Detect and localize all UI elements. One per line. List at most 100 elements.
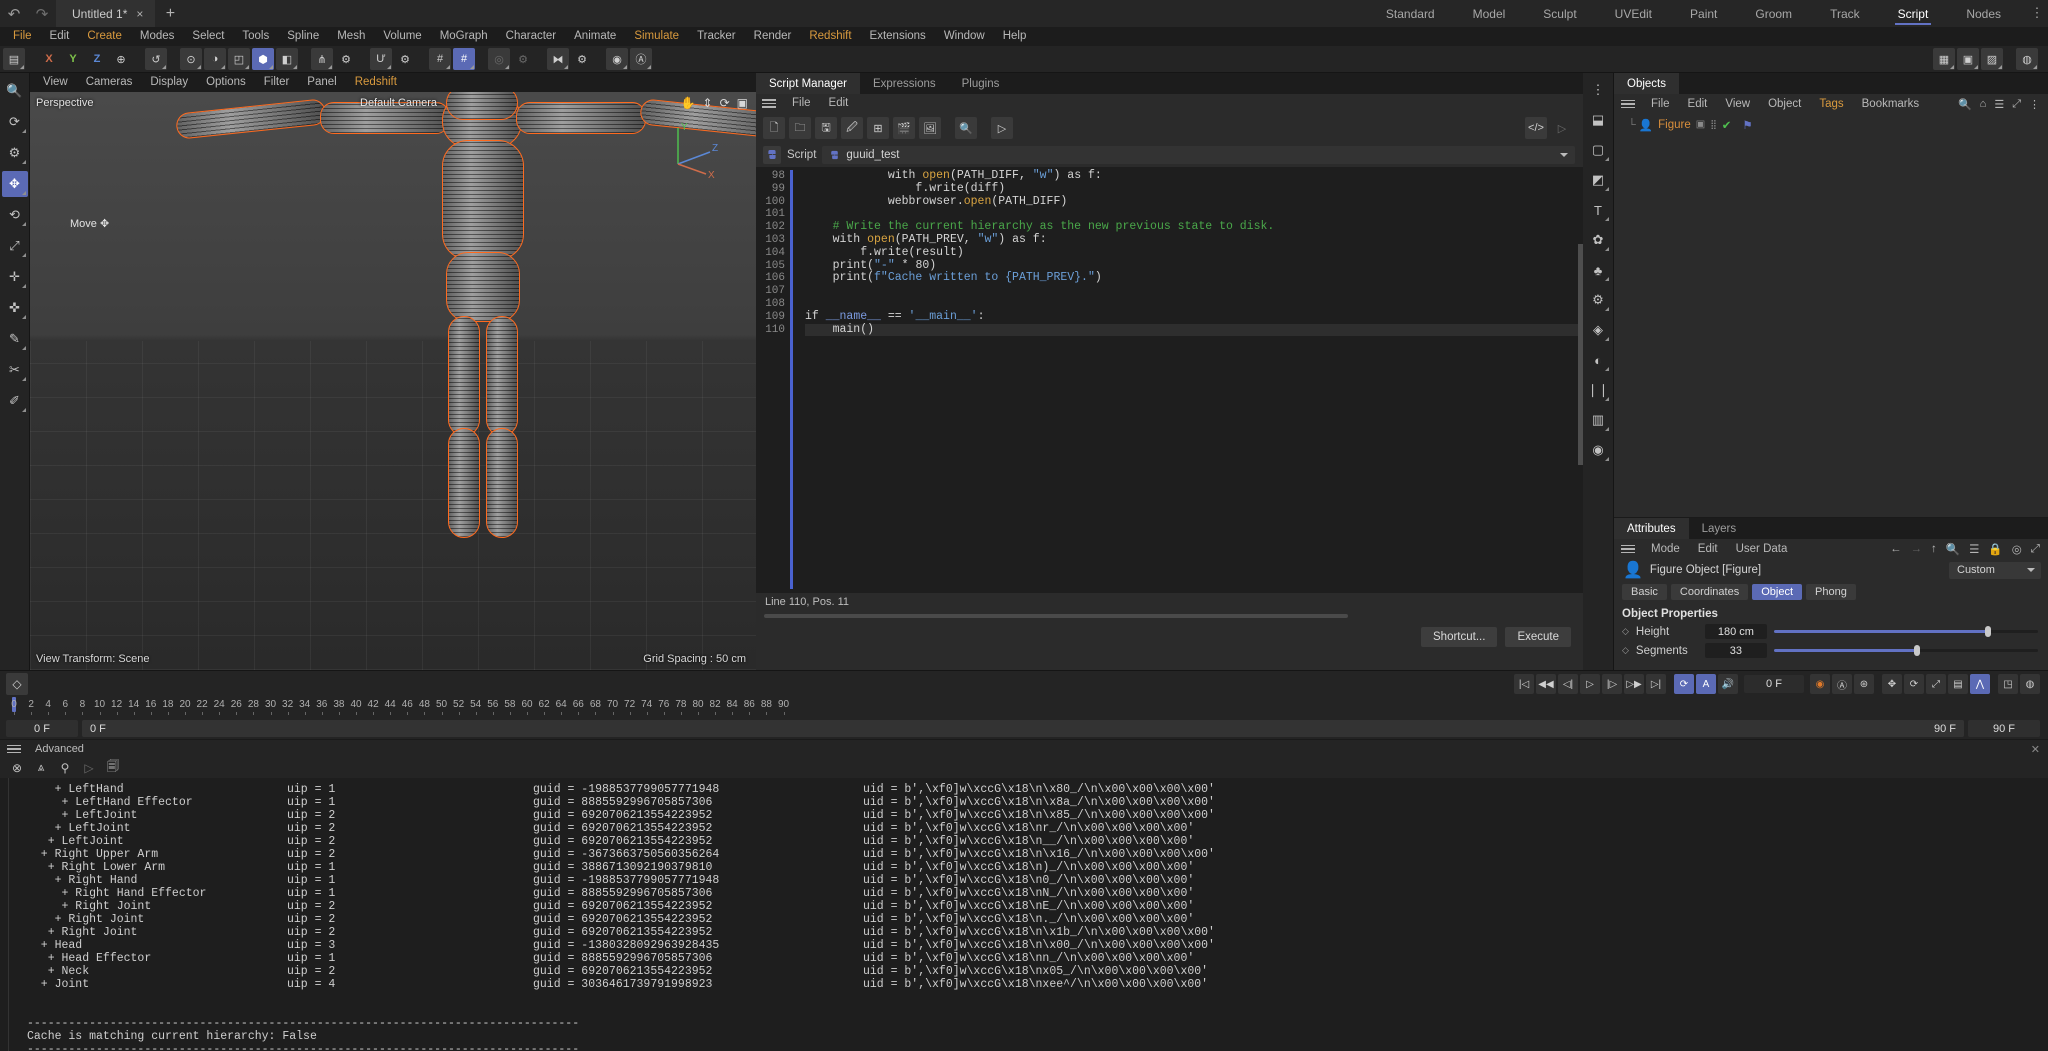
menu-render[interactable]: Render bbox=[745, 27, 801, 46]
range-end-field[interactable]: 90 F bbox=[1968, 720, 2040, 737]
expand-icon[interactable]: ⤢ bbox=[2031, 543, 2040, 556]
prev-key-icon[interactable]: ◀◀ bbox=[1536, 674, 1556, 694]
symmetry-icon[interactable]: ⧓ bbox=[547, 48, 569, 70]
slider-handle[interactable] bbox=[1913, 645, 1920, 656]
rotate-tool-icon[interactable]: ⟲ bbox=[2, 202, 28, 228]
scene-object-icon[interactable]: ⚙ bbox=[1585, 287, 1611, 313]
menu-modes[interactable]: Modes bbox=[131, 27, 184, 46]
menu-redshift[interactable]: Redshift bbox=[800, 27, 860, 46]
transfer-tool-icon[interactable]: ✛ bbox=[2, 264, 28, 290]
menu-create[interactable]: Create bbox=[78, 27, 131, 46]
back-arrow-icon[interactable]: ← bbox=[1890, 543, 1902, 555]
layout-tab-script[interactable]: Script bbox=[1879, 0, 1948, 27]
clear-icon[interactable]: ⊗ bbox=[8, 759, 26, 777]
menu-window[interactable]: Window bbox=[935, 27, 994, 46]
execute-icon[interactable]: ▷ bbox=[991, 117, 1013, 139]
chip-coordinates[interactable]: Coordinates bbox=[1670, 584, 1749, 600]
menu-edit[interactable]: Edit bbox=[41, 27, 79, 46]
menu-mograph[interactable]: MoGraph bbox=[431, 27, 497, 46]
visibility-dots-icon[interactable]: ⣿ bbox=[1710, 119, 1717, 129]
document-tab[interactable]: Untitled 1* × bbox=[56, 0, 156, 27]
objects-menu-tags[interactable]: Tags bbox=[1810, 95, 1852, 114]
filter-icon[interactable]: ⩓ bbox=[32, 759, 50, 777]
code-line[interactable] bbox=[805, 285, 1583, 298]
object-tree-empty-area[interactable] bbox=[1614, 133, 2048, 517]
tab-layers[interactable]: Layers bbox=[1689, 518, 1750, 539]
run-icon[interactable]: ▷ bbox=[1551, 117, 1573, 139]
tab-expressions[interactable]: Expressions bbox=[860, 73, 949, 94]
kebab-icon[interactable]: ⋮ bbox=[2026, 0, 2048, 27]
hamburger-icon[interactable] bbox=[1621, 544, 1635, 554]
material-icon[interactable]: ◉ bbox=[1585, 437, 1611, 463]
render-settings-icon[interactable]: ▨ bbox=[1981, 48, 2003, 70]
chip-phong[interactable]: Phong bbox=[1806, 584, 1856, 600]
new-document-button[interactable]: + bbox=[155, 0, 185, 27]
expand-icon[interactable]: ⤢ bbox=[2012, 98, 2021, 111]
content-browser-icon[interactable]: ◍ bbox=[2016, 48, 2038, 70]
save-as-script-icon[interactable]: 🖉 bbox=[841, 117, 863, 139]
editor-horizontal-scrollbar[interactable] bbox=[756, 611, 1583, 620]
sound-icon[interactable]: 🔊 bbox=[1718, 674, 1738, 694]
lock-icon[interactable]: 🔒 bbox=[1988, 542, 2002, 556]
polygon-mode-icon[interactable]: ◰ bbox=[228, 48, 250, 70]
move-tool-icon[interactable]: ✥ bbox=[1, 171, 28, 197]
keying-icon[interactable]: ⊛ bbox=[1854, 674, 1874, 694]
chevron-down-icon[interactable] bbox=[1560, 153, 1568, 157]
layout-tab-model[interactable]: Model bbox=[1454, 0, 1525, 27]
code-line[interactable]: webbrowser.open(PATH_DIFF) bbox=[805, 195, 1583, 209]
pan-view-icon[interactable]: ✋ bbox=[681, 96, 696, 110]
chip-object[interactable]: Object bbox=[1752, 584, 1803, 600]
model-mode-icon[interactable]: ⬢ bbox=[252, 48, 274, 70]
menu-help[interactable]: Help bbox=[994, 27, 1036, 46]
layer-icon[interactable]: ◍ bbox=[2020, 674, 2040, 694]
axis-x-toggle[interactable]: X bbox=[38, 48, 60, 70]
magnet-icon[interactable]: Ư bbox=[370, 48, 392, 70]
tool-settings-icon[interactable]: ⚙ bbox=[2, 140, 28, 166]
close-icon[interactable]: × bbox=[136, 7, 143, 21]
magnet-gear-icon[interactable]: ⚙ bbox=[394, 48, 416, 70]
new-script-icon[interactable]: 🗋 bbox=[763, 117, 785, 139]
viewport-solo-icon[interactable]: ◉ bbox=[606, 48, 628, 70]
layout-tab-track[interactable]: Track bbox=[1811, 0, 1879, 27]
workplane-icon[interactable]: # bbox=[453, 48, 475, 70]
menu-tools[interactable]: Tools bbox=[233, 27, 278, 46]
redo-icon[interactable]: ↷ bbox=[28, 0, 56, 27]
code-line[interactable]: if __name__ == '__main__': bbox=[805, 310, 1583, 324]
text-object-icon[interactable]: T bbox=[1585, 197, 1611, 223]
current-frame-field[interactable]: 0 F bbox=[1744, 675, 1804, 693]
property-value-field[interactable]: 33 bbox=[1704, 643, 1767, 658]
menu-tracker[interactable]: Tracker bbox=[688, 27, 745, 46]
undo-tool-icon[interactable]: ↺ bbox=[145, 48, 167, 70]
rot-icon[interactable]: ⟳ bbox=[1904, 674, 1924, 694]
layout-tab-groom[interactable]: Groom bbox=[1736, 0, 1811, 27]
mograph-object-icon[interactable]: ❘❘ bbox=[1585, 377, 1611, 403]
attributes-menu-mode[interactable]: Mode bbox=[1642, 540, 1689, 559]
filter-icon[interactable]: ☰ bbox=[1994, 98, 2004, 111]
tab-objects[interactable]: Objects bbox=[1614, 73, 1679, 94]
step-back-icon[interactable]: ◁| bbox=[1558, 674, 1578, 694]
point-mode-icon[interactable]: ⊙ bbox=[180, 48, 202, 70]
code-content[interactable]: with open(PATH_DIFF, "w") as f: f.write(… bbox=[793, 167, 1583, 593]
tab-plugins[interactable]: Plugins bbox=[949, 73, 1013, 94]
chip-basic[interactable]: Basic bbox=[1622, 584, 1667, 600]
layout-tab-nodes[interactable]: Nodes bbox=[1947, 0, 2020, 27]
generator-object-icon[interactable]: ✿ bbox=[1585, 227, 1611, 253]
script-menu-file[interactable]: File bbox=[783, 94, 820, 113]
layout-tab-paint[interactable]: Paint bbox=[1671, 0, 1736, 27]
deformer-object-icon[interactable]: ♣ bbox=[1585, 257, 1611, 283]
slider-handle[interactable] bbox=[1984, 626, 1991, 637]
objects-menu-object[interactable]: Object bbox=[1759, 95, 1810, 114]
code-editor[interactable]: 98 99 100 101 102 103 104 105 106 107 108 109 110 wi… bbox=[756, 167, 1583, 593]
dock-handle-icon[interactable]: ⋮ bbox=[1585, 77, 1611, 103]
cube-object-icon[interactable]: ▢ bbox=[1585, 137, 1611, 163]
execute-button[interactable]: Execute bbox=[1505, 627, 1571, 647]
rotate-view-icon[interactable]: ⟳ bbox=[720, 96, 730, 110]
filter-icon[interactable]: ☰ bbox=[1969, 542, 1979, 556]
hamburger-icon[interactable] bbox=[7, 744, 21, 754]
timeline-ruler[interactable]: 0 2 4 6 8 10 12 14 16 18 20 22 24 26 28 30 32 34 36 38 40 42 4… bbox=[0, 697, 2048, 718]
console-output[interactable]: + LeftHand uip = 1 guid = -198853779905777… bbox=[8, 777, 2048, 1051]
content-browser-dock-icon[interactable]: ⬓ bbox=[1585, 107, 1611, 133]
menu-select[interactable]: Select bbox=[183, 27, 233, 46]
viewport-3d[interactable]: Y Z X Perspective Default Camera View Tr… bbox=[30, 92, 756, 670]
code-line[interactable]: print(f"Cache written to {PATH_PREV}.") bbox=[805, 271, 1583, 285]
